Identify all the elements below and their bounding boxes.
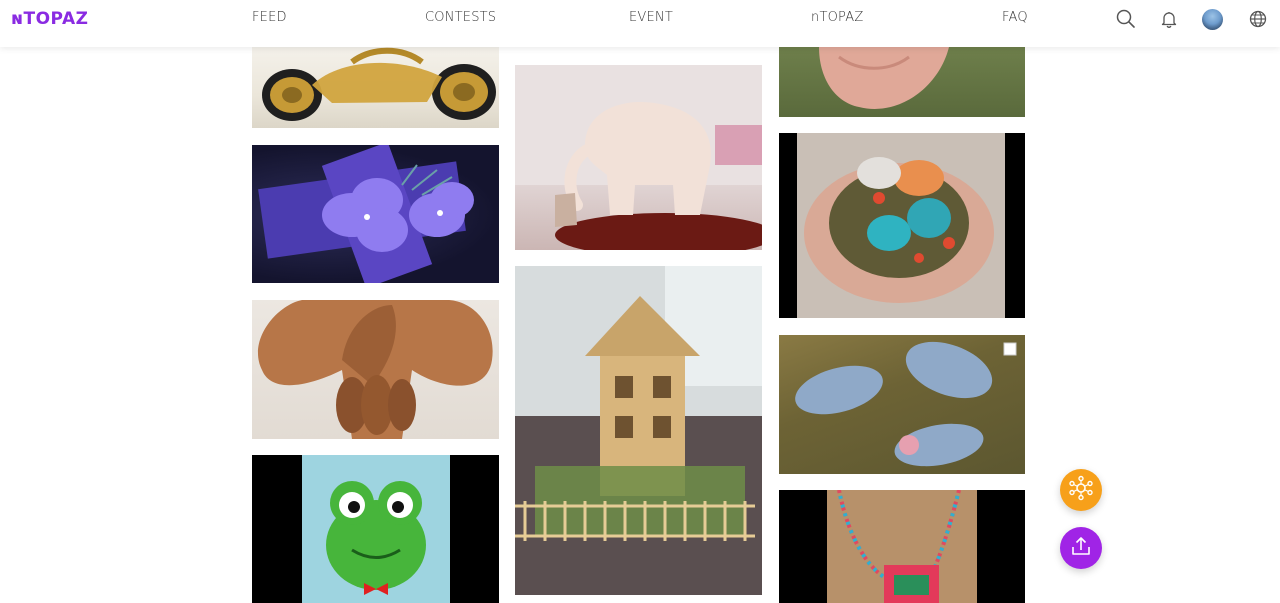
ntopaz-logo[interactable]: ɴTOPAZ bbox=[11, 10, 88, 28]
nav-faq[interactable]: FAQ bbox=[1002, 10, 1028, 25]
search-icon[interactable] bbox=[1115, 8, 1137, 30]
feed-tile-denim-animals[interactable] bbox=[779, 335, 1025, 474]
nav-contests[interactable]: CONTESTS bbox=[425, 10, 496, 25]
feed-tile-hand-on-grass[interactable] bbox=[779, 47, 1025, 117]
upload-fab-button[interactable] bbox=[1060, 527, 1102, 569]
feed-tile-elephant-figurine[interactable] bbox=[515, 65, 762, 250]
feed-tile-purple-flowers[interactable] bbox=[252, 145, 499, 283]
top-header: ɴTOPAZ FEED CONTESTS EVENT nTOPAZ FAQ bbox=[0, 0, 1280, 47]
network-icon bbox=[1068, 475, 1094, 506]
avatar[interactable] bbox=[1202, 9, 1223, 30]
feed-tile-motorcycle[interactable] bbox=[252, 47, 499, 128]
globe-icon[interactable] bbox=[1247, 8, 1269, 30]
feed-tile-crochet-frog[interactable] bbox=[252, 455, 499, 603]
nav-feed[interactable]: FEED bbox=[252, 10, 287, 25]
bell-icon[interactable] bbox=[1158, 8, 1180, 30]
network-fab-button[interactable] bbox=[1060, 469, 1102, 511]
nav-event[interactable]: EVENT bbox=[629, 10, 673, 25]
feed-tile-beaded-necklace[interactable] bbox=[779, 490, 1025, 603]
feed-tile-stick-house[interactable] bbox=[515, 266, 762, 595]
feed-tile-wood-carving[interactable] bbox=[252, 300, 499, 439]
nav-ntopaz[interactable]: nTOPAZ bbox=[811, 10, 863, 25]
feed-tile-stone-ring[interactable] bbox=[779, 133, 1025, 318]
upload-icon bbox=[1069, 534, 1093, 563]
